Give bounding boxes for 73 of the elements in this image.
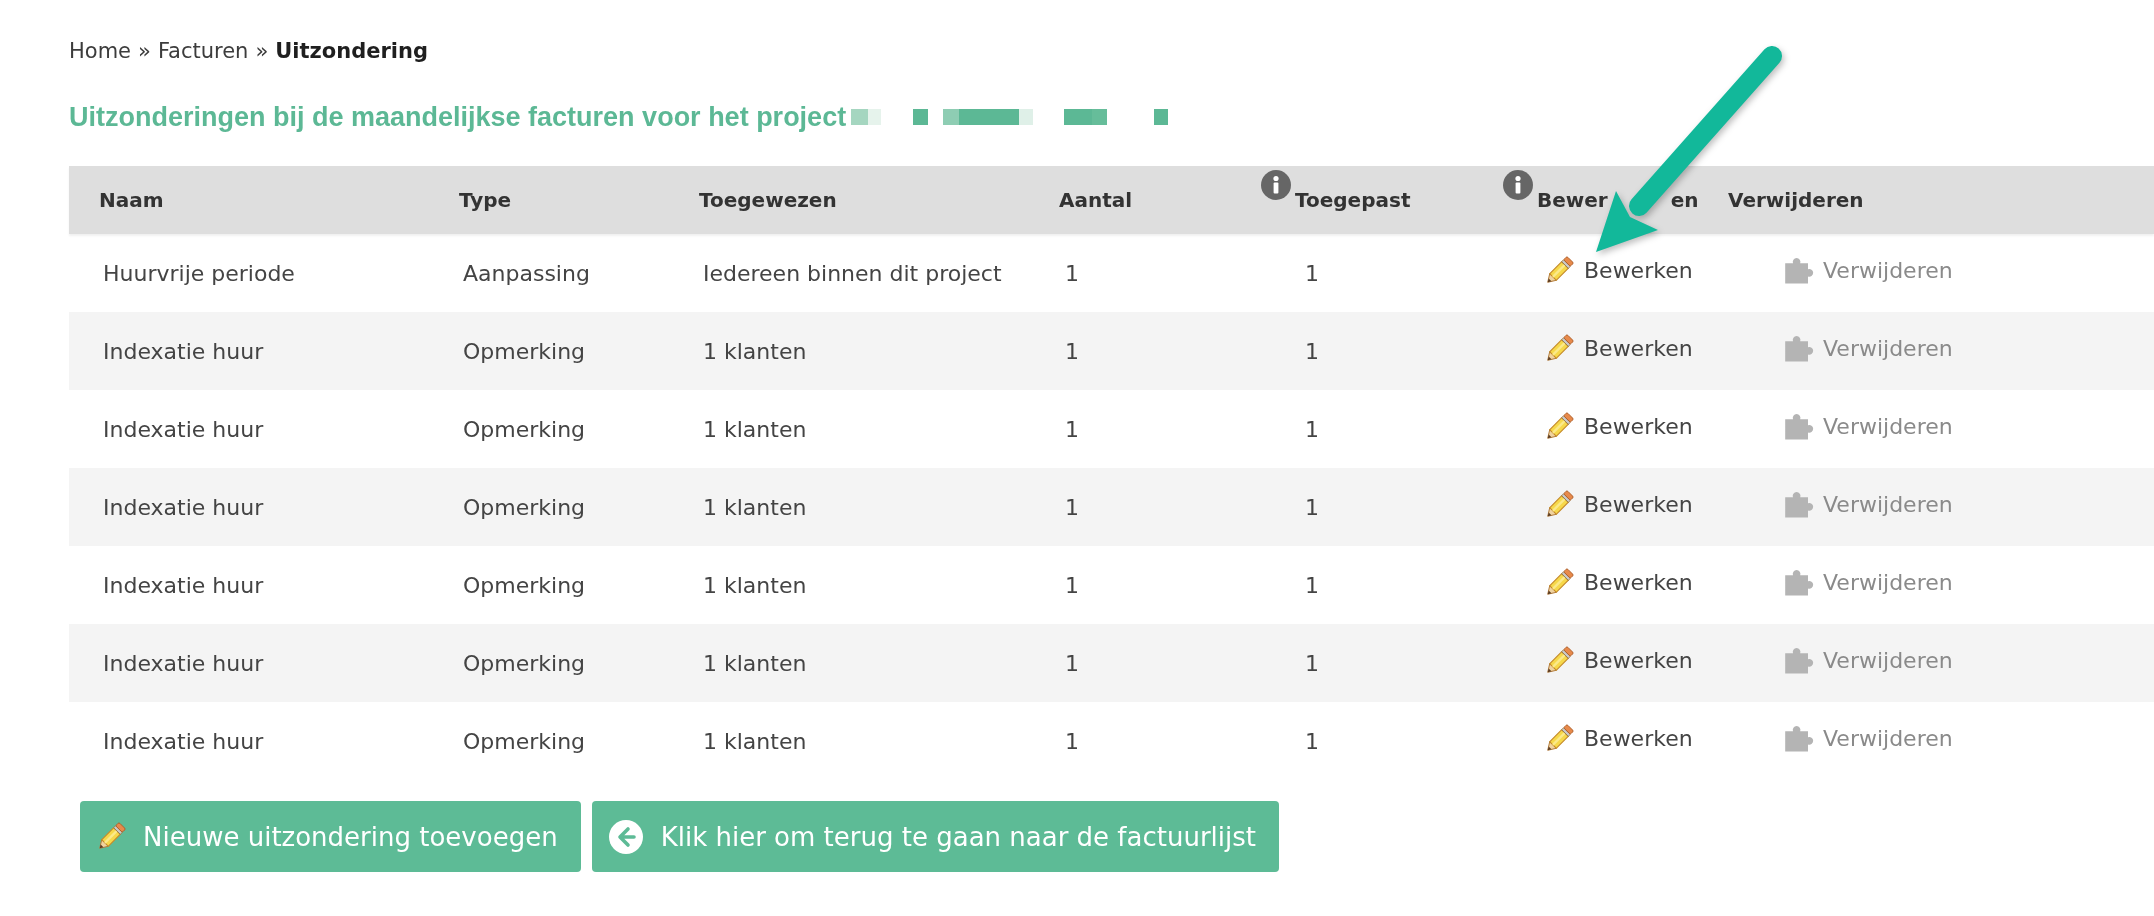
breadcrumb-link[interactable]: Facturen: [157, 36, 249, 66]
table-cell: 1: [1305, 338, 1319, 364]
table-cell: 1: [1305, 650, 1319, 676]
edit-link[interactable]: Bewerken: [1544, 645, 1693, 676]
page-title: Uitzonderingen bij de maandelijkse facturen voor het project: [69, 101, 847, 133]
puzzle-piece-icon: [1784, 723, 1814, 754]
edit-link[interactable]: Bewerken: [1544, 489, 1693, 520]
table-cell: Indexatie huur: [103, 728, 264, 754]
table-cell: 1: [1065, 494, 1079, 520]
table-cell: Opmerking: [463, 650, 586, 676]
column-header: Bewer: [1537, 188, 1608, 212]
column-header: Toegewezen: [699, 188, 837, 212]
breadcrumb-current: Uitzondering: [275, 38, 428, 65]
puzzle-piece-icon: [1784, 567, 1814, 598]
breadcrumb-separator: »: [138, 38, 151, 65]
table-cell: Indexatie huur: [103, 494, 264, 520]
puzzle-piece-icon: [1784, 255, 1814, 286]
puzzle-piece-icon: [1784, 411, 1814, 442]
table-cell: Indexatie huur: [103, 650, 264, 676]
edit-link[interactable]: Bewerken: [1544, 723, 1693, 754]
edit-link[interactable]: Bewerken: [1544, 411, 1693, 442]
table-cell: Indexatie huur: [103, 416, 264, 442]
table-cell: 1: [1305, 260, 1319, 286]
edit-link[interactable]: Bewerken: [1544, 567, 1693, 598]
pencil-icon: [1544, 489, 1574, 520]
puzzle-piece-icon: [1784, 645, 1814, 676]
table-cell: Iedereen binnen dit project: [703, 260, 1002, 286]
pencil-icon: [96, 821, 126, 852]
table-cell: 1: [1065, 338, 1079, 364]
column-header: Aantal: [1059, 188, 1133, 212]
table-cell: Aanpassing: [463, 260, 590, 286]
pencil-icon: [1544, 645, 1574, 676]
breadcrumb-separator: »: [255, 38, 269, 65]
info-icon[interactable]: [1503, 170, 1533, 200]
table-cell: Opmerking: [463, 416, 586, 442]
table-cell: Opmerking: [463, 338, 586, 364]
table-cell: Indexatie huur: [103, 572, 264, 598]
table-cell: 1 klanten: [703, 338, 807, 364]
table-cell: Opmerking: [463, 494, 586, 520]
pencil-icon: [1544, 333, 1574, 364]
table-cell: Indexatie huur: [103, 338, 264, 364]
table-cell: 1: [1065, 728, 1079, 754]
column-header: Toegepast: [1295, 188, 1411, 212]
pencil-icon: [1544, 255, 1574, 286]
table-cell: 1: [1305, 572, 1319, 598]
table-cell: 1: [1305, 494, 1319, 520]
table-cell: 1: [1065, 650, 1079, 676]
edit-link[interactable]: Bewerken: [1544, 333, 1693, 364]
pencil-icon: [1544, 723, 1574, 754]
breadcrumb-link[interactable]: Home: [69, 36, 131, 66]
info-icon[interactable]: [1261, 170, 1291, 200]
pencil-icon: [1544, 411, 1574, 442]
table-cell: 1 klanten: [703, 572, 807, 598]
column-header: Verwijderen: [1728, 188, 1864, 212]
table-cell: 1: [1065, 416, 1079, 442]
table-cell: 1 klanten: [703, 416, 807, 442]
table-cell: 1: [1305, 728, 1319, 754]
table-cell: Huurvrije periode: [103, 260, 295, 286]
edit-link[interactable]: Bewerken: [1544, 255, 1693, 286]
puzzle-piece-icon: [1784, 333, 1814, 364]
column-header: Type: [459, 188, 512, 212]
table-cell: Opmerking: [463, 572, 586, 598]
column-header: Naam: [99, 188, 164, 212]
table-cell: 1: [1065, 260, 1079, 286]
table-cell: 1 klanten: [703, 494, 807, 520]
table-cell: 1: [1065, 572, 1079, 598]
pencil-icon: [1544, 567, 1574, 598]
table-cell: 1 klanten: [703, 728, 807, 754]
table-cell: 1 klanten: [703, 650, 807, 676]
column-header: en: [1670, 188, 1699, 212]
table-cell: 1: [1305, 416, 1319, 442]
table-cell: Opmerking: [463, 728, 586, 754]
puzzle-piece-icon: [1784, 489, 1814, 520]
